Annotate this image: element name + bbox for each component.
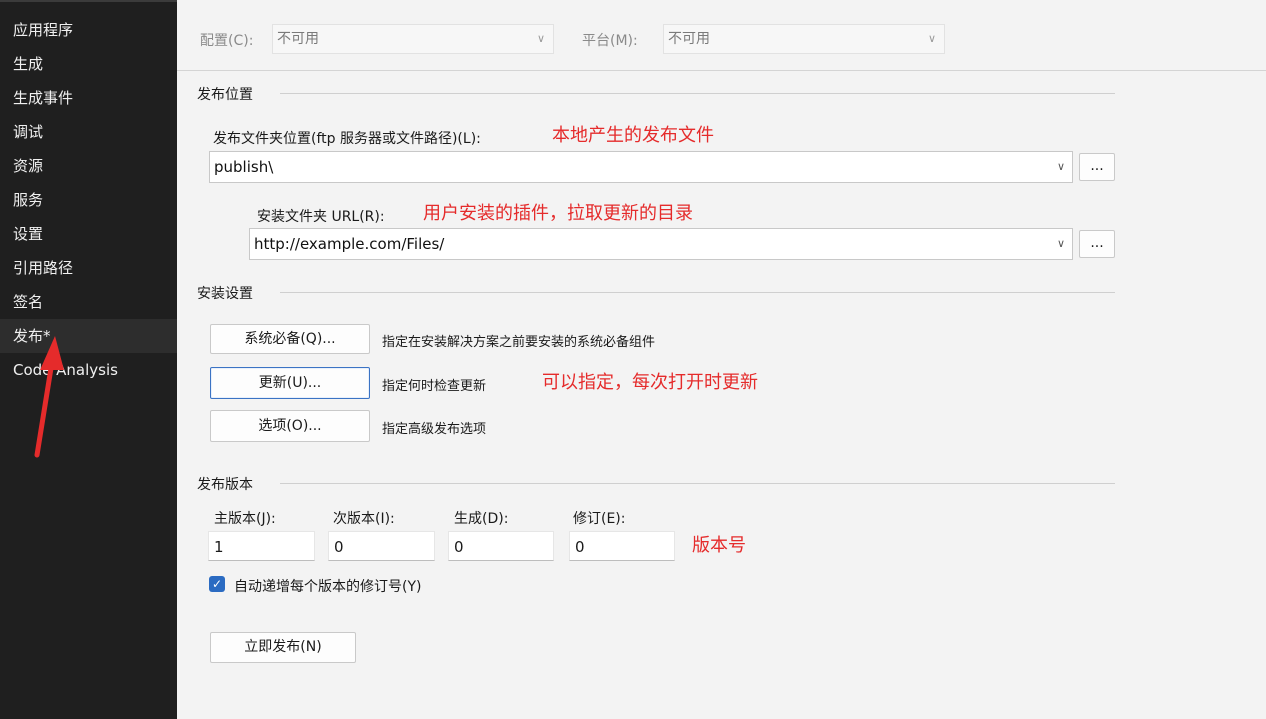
- publish-folder-combo[interactable]: publish\ ∨: [209, 151, 1073, 183]
- annotation-install-url: 用户安装的插件，拉取更新的目录: [423, 203, 693, 224]
- sidebar-item-application[interactable]: 应用程序: [0, 13, 177, 47]
- section-divider: [280, 483, 1115, 484]
- section-divider: [280, 292, 1115, 293]
- chevron-down-icon[interactable]: ∨: [1057, 229, 1065, 259]
- install-url-label: 安装文件夹 URL(R):: [257, 209, 385, 225]
- section-title-publish-location: 发布位置: [197, 87, 253, 103]
- sidebar-item-signing[interactable]: 签名: [0, 285, 177, 319]
- sidebar-item-services[interactable]: 服务: [0, 183, 177, 217]
- browse-folder-button[interactable]: ...: [1079, 153, 1115, 181]
- build-version-input[interactable]: 0: [448, 531, 554, 561]
- publish-folder-value: publish\: [214, 158, 274, 176]
- annotation-publish-folder: 本地产生的发布文件: [552, 125, 714, 146]
- sidebar-item-build-events[interactable]: 生成事件: [0, 81, 177, 115]
- browse-url-button[interactable]: ...: [1079, 230, 1115, 258]
- sidebar-item-publish[interactable]: 发布*: [0, 319, 184, 353]
- section-title-install-settings: 安装设置: [197, 286, 253, 302]
- prerequisites-description: 指定在安装解决方案之前要安装的系统必备组件: [382, 335, 656, 350]
- platform-dropdown: 不可用 ∨: [663, 24, 945, 54]
- section-divider: [280, 93, 1115, 94]
- revision-version-label: 修订(E):: [573, 511, 626, 527]
- auto-increment-label: 自动递增每个版本的修订号(Y): [234, 579, 422, 595]
- platform-value: 不可用: [668, 31, 710, 47]
- auto-increment-checkbox[interactable]: ✓: [209, 576, 225, 592]
- options-description: 指定高级发布选项: [382, 422, 487, 437]
- config-label: 配置(C):: [200, 33, 254, 49]
- sidebar-item-debug[interactable]: 调试: [0, 115, 177, 149]
- chevron-down-icon: ∨: [927, 32, 936, 45]
- publish-page: 配置(C): 不可用 ∨ 平台(M): 不可用 ∨ 发布位置 发布文件夹位置(f…: [177, 0, 1266, 719]
- section-title-publish-version: 发布版本: [197, 477, 253, 493]
- config-dropdown: 不可用 ∨: [272, 24, 554, 54]
- annotation-updates: 可以指定，每次打开时更新: [542, 372, 758, 393]
- platform-label: 平台(M):: [582, 33, 638, 49]
- sidebar-nav: 应用程序 生成 生成事件 调试 资源 服务 设置 引用路径 签名 发布* Cod…: [0, 0, 184, 719]
- major-version-label: 主版本(J):: [214, 511, 276, 527]
- publish-folder-label: 发布文件夹位置(ftp 服务器或文件路径)(L):: [213, 131, 481, 147]
- install-url-value: http://example.com/Files/: [254, 235, 445, 253]
- sidebar-item-resources[interactable]: 资源: [0, 149, 177, 183]
- build-version-label: 生成(D):: [454, 511, 509, 527]
- chevron-down-icon[interactable]: ∨: [1057, 152, 1065, 182]
- sidebar-item-settings[interactable]: 设置: [0, 217, 177, 251]
- checkmark-icon: ✓: [211, 577, 223, 591]
- options-button[interactable]: 选项(O)...: [210, 410, 370, 442]
- sidebar-item-reference-paths[interactable]: 引用路径: [0, 251, 177, 285]
- updates-description: 指定何时检查更新: [382, 379, 487, 394]
- major-version-input[interactable]: 1: [208, 531, 315, 561]
- chevron-down-icon: ∨: [536, 32, 545, 45]
- updates-button[interactable]: 更新(U)...: [210, 367, 370, 399]
- toolbar-divider: [177, 70, 1266, 71]
- revision-version-input[interactable]: 0: [569, 531, 675, 561]
- minor-version-label: 次版本(I):: [333, 511, 395, 527]
- sidebar-item-build[interactable]: 生成: [0, 47, 177, 81]
- annotation-version: 版本号: [692, 535, 746, 556]
- publish-now-button[interactable]: 立即发布(N): [210, 632, 356, 663]
- config-value: 不可用: [277, 31, 319, 47]
- minor-version-input[interactable]: 0: [328, 531, 435, 561]
- prerequisites-button[interactable]: 系统必备(Q)...: [210, 324, 370, 354]
- sidebar-item-code-analysis[interactable]: Code Analysis: [0, 353, 177, 387]
- install-url-combo[interactable]: http://example.com/Files/ ∨: [249, 228, 1073, 260]
